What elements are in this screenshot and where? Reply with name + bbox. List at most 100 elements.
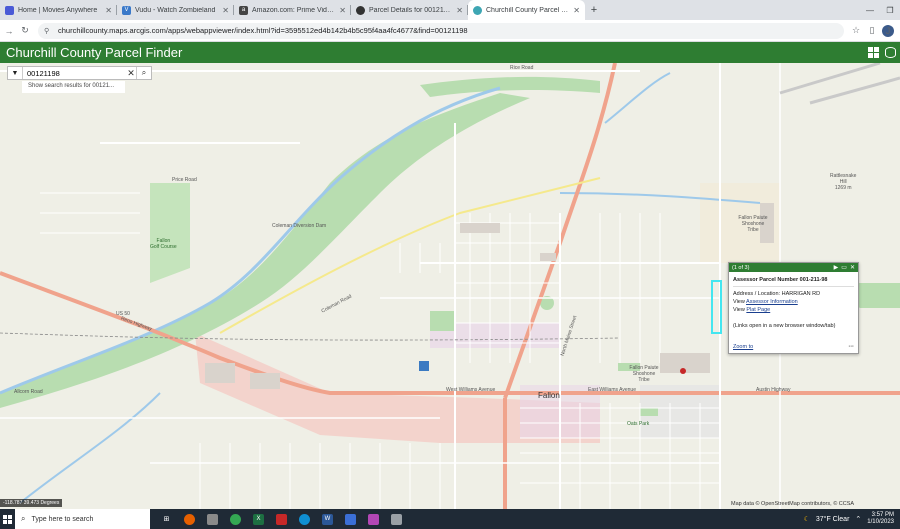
- park-label: Oats Park: [627, 421, 650, 427]
- layer-list-icon[interactable]: [885, 47, 896, 58]
- sidebar-icon[interactable]: ▯: [866, 25, 878, 36]
- basemap-gallery-icon[interactable]: [868, 47, 879, 58]
- vudu-favicon: V: [122, 5, 131, 15]
- map-view[interactable]: Fallon Golf Course Fallon Fallon Paiute Sh…: [0, 63, 900, 509]
- browser-toolbar-icons: ☆ ▯ J: [850, 24, 900, 37]
- tribe-label-2: Fallon Paiute Shoshone Tribe: [629, 365, 659, 383]
- windows-logo-icon: [3, 514, 12, 524]
- app-title: Churchill County Parcel Finder: [6, 45, 183, 60]
- edge-icon[interactable]: [296, 511, 313, 528]
- search-widget: ▼ ✕ ⌕: [7, 66, 152, 80]
- start-button[interactable]: [0, 509, 15, 529]
- golf-course-label: Fallon Golf Course: [150, 238, 177, 250]
- taskbar-search-placeholder: Type here to search: [31, 515, 94, 523]
- movies-anywhere-favicon: [5, 5, 14, 15]
- popup-address: Address / Location: HARRIGAN RD: [733, 291, 821, 297]
- search-results-hint[interactable]: Show search results for 00121...: [22, 81, 125, 93]
- assessor-information-link[interactable]: Assessor Information: [746, 299, 798, 305]
- bookmark-star-icon[interactable]: ☆: [850, 25, 862, 36]
- tab-title: Home | Movies Anywhere: [18, 6, 98, 14]
- minimize-icon[interactable]: —: [860, 0, 880, 20]
- road-label: Coleman Diversion Dam: [272, 223, 327, 229]
- tab-parcel-details[interactable]: Parcel Details for 00121198 ✕: [351, 0, 468, 20]
- maps-icon[interactable]: [388, 511, 405, 528]
- tray-chevron-icon[interactable]: ⌃: [855, 515, 861, 523]
- city-label: Fallon: [538, 391, 560, 400]
- weather-text[interactable]: 37°F Clear: [816, 516, 850, 523]
- road-label: Austin Highway: [756, 387, 791, 393]
- next-feature-icon[interactable]: ▶: [834, 264, 839, 271]
- clock-date: 1/10/2023: [867, 519, 894, 525]
- restore-icon[interactable]: ❐: [880, 0, 900, 20]
- tribe-label: Fallon Paiute Shoshone Tribe: [738, 215, 768, 233]
- close-tab-icon[interactable]: ✕: [222, 6, 229, 15]
- reload-icon[interactable]: ↻: [18, 25, 32, 36]
- tab-title: Churchill County Parcel Finder: [486, 6, 569, 14]
- site-info-icon[interactable]: ⚲: [44, 27, 52, 35]
- popup-title: Assessor Parcel Number 001-211-98: [733, 276, 854, 287]
- windows-taskbar: ⌕ Type here to search ⊞ X W ☾ 37°F Clear…: [0, 509, 900, 529]
- close-tab-icon[interactable]: ✕: [339, 6, 346, 15]
- system-tray: ☾ 37°F Clear ⌃ 3:57 PM 1/10/2023: [804, 512, 900, 526]
- taskbar-apps: ⊞ X W: [158, 511, 405, 528]
- map-attribution: Map data © OpenStreetMap contributors, ©…: [731, 501, 855, 507]
- word-icon[interactable]: W: [319, 511, 336, 528]
- coordinate-readout: -118.787 39.473 Degrees: [0, 499, 63, 507]
- popup-footer: Zoom to ···: [733, 344, 854, 350]
- road-label: Allcorn Road: [14, 389, 43, 395]
- tab-vudu[interactable]: V Vudu - Watch Zombieland ✕: [117, 0, 234, 20]
- parcel-popup: (1 of 3) ▶ ▭ ✕ Assessor Parcel Number 00…: [728, 262, 859, 354]
- chrome-icon[interactable]: [227, 511, 244, 528]
- header-widgets: [868, 47, 900, 58]
- road-label: East Williams Avenue: [588, 387, 636, 393]
- more-actions-icon[interactable]: ···: [849, 344, 855, 350]
- firefox-icon[interactable]: [181, 511, 198, 528]
- plat-page-link[interactable]: Plat Page: [746, 307, 770, 313]
- search-source-dropdown[interactable]: ▼: [8, 67, 23, 79]
- road-label: Price Road: [172, 177, 197, 183]
- arcgis-favicon: [473, 5, 482, 15]
- task-view-icon[interactable]: ⊞: [158, 511, 175, 528]
- maximize-icon[interactable]: ▭: [841, 264, 847, 271]
- search-input[interactable]: [23, 67, 126, 79]
- search-button[interactable]: ⌕: [136, 67, 151, 79]
- tab-title: Parcel Details for 00121198: [369, 6, 453, 14]
- popup-controls: ▶ ▭ ✕: [834, 264, 855, 271]
- profile-avatar[interactable]: J: [882, 24, 894, 37]
- new-tab-button[interactable]: +: [585, 0, 603, 20]
- browser-tab-strip: Home | Movies Anywhere ✕ V Vudu - Watch …: [0, 0, 900, 20]
- search-icon: ⌕: [21, 514, 26, 523]
- close-popup-icon[interactable]: ✕: [850, 264, 855, 271]
- popup-view-assessor: View Assessor Information: [733, 299, 798, 305]
- tab-amazon[interactable]: a Amazon.com: Prime Video: Prim ✕: [234, 0, 351, 20]
- weather-icon: ☾: [803, 516, 810, 523]
- excel-icon[interactable]: X: [250, 511, 267, 528]
- store-icon[interactable]: [342, 511, 359, 528]
- forward-icon[interactable]: →: [2, 26, 16, 36]
- taskbar-search[interactable]: ⌕ Type here to search: [15, 509, 150, 529]
- mail-icon[interactable]: [273, 511, 290, 528]
- close-tab-icon[interactable]: ✕: [573, 6, 580, 15]
- window-controls: — ❐: [860, 0, 900, 20]
- tab-movies-anywhere[interactable]: Home | Movies Anywhere ✕: [0, 0, 117, 20]
- close-tab-icon[interactable]: ✕: [105, 6, 112, 15]
- popup-body: Assessor Parcel Number 001-211-98 Addres…: [729, 272, 858, 330]
- clock[interactable]: 3:57 PM 1/10/2023: [867, 512, 894, 526]
- tablet-icon[interactable]: [204, 511, 221, 528]
- tab-parcel-finder[interactable]: Churchill County Parcel Finder ✕: [468, 0, 585, 20]
- clock-time: 3:57 PM: [871, 512, 894, 518]
- popup-header: (1 of 3) ▶ ▭ ✕: [729, 263, 858, 272]
- app-header: Churchill County Parcel Finder: [0, 42, 900, 63]
- road-label: West Williams Avenue: [446, 387, 496, 393]
- photos-icon[interactable]: [365, 511, 382, 528]
- popup-count: (1 of 3): [732, 264, 750, 271]
- zoom-to-link[interactable]: Zoom to: [733, 344, 753, 350]
- close-tab-icon[interactable]: ✕: [456, 6, 463, 15]
- hill-label: Rattlesnake Hill 1269 m: [830, 173, 857, 191]
- tab-title: Vudu - Watch Zombieland: [135, 6, 216, 14]
- url-field[interactable]: ⚲ churchillcounty.maps.arcgis.com/apps/w…: [38, 22, 844, 39]
- clear-search-icon[interactable]: ✕: [126, 67, 136, 79]
- parcel-details-favicon: [356, 5, 365, 15]
- road-label: Rice Road: [510, 65, 534, 71]
- amazon-favicon: a: [239, 5, 248, 15]
